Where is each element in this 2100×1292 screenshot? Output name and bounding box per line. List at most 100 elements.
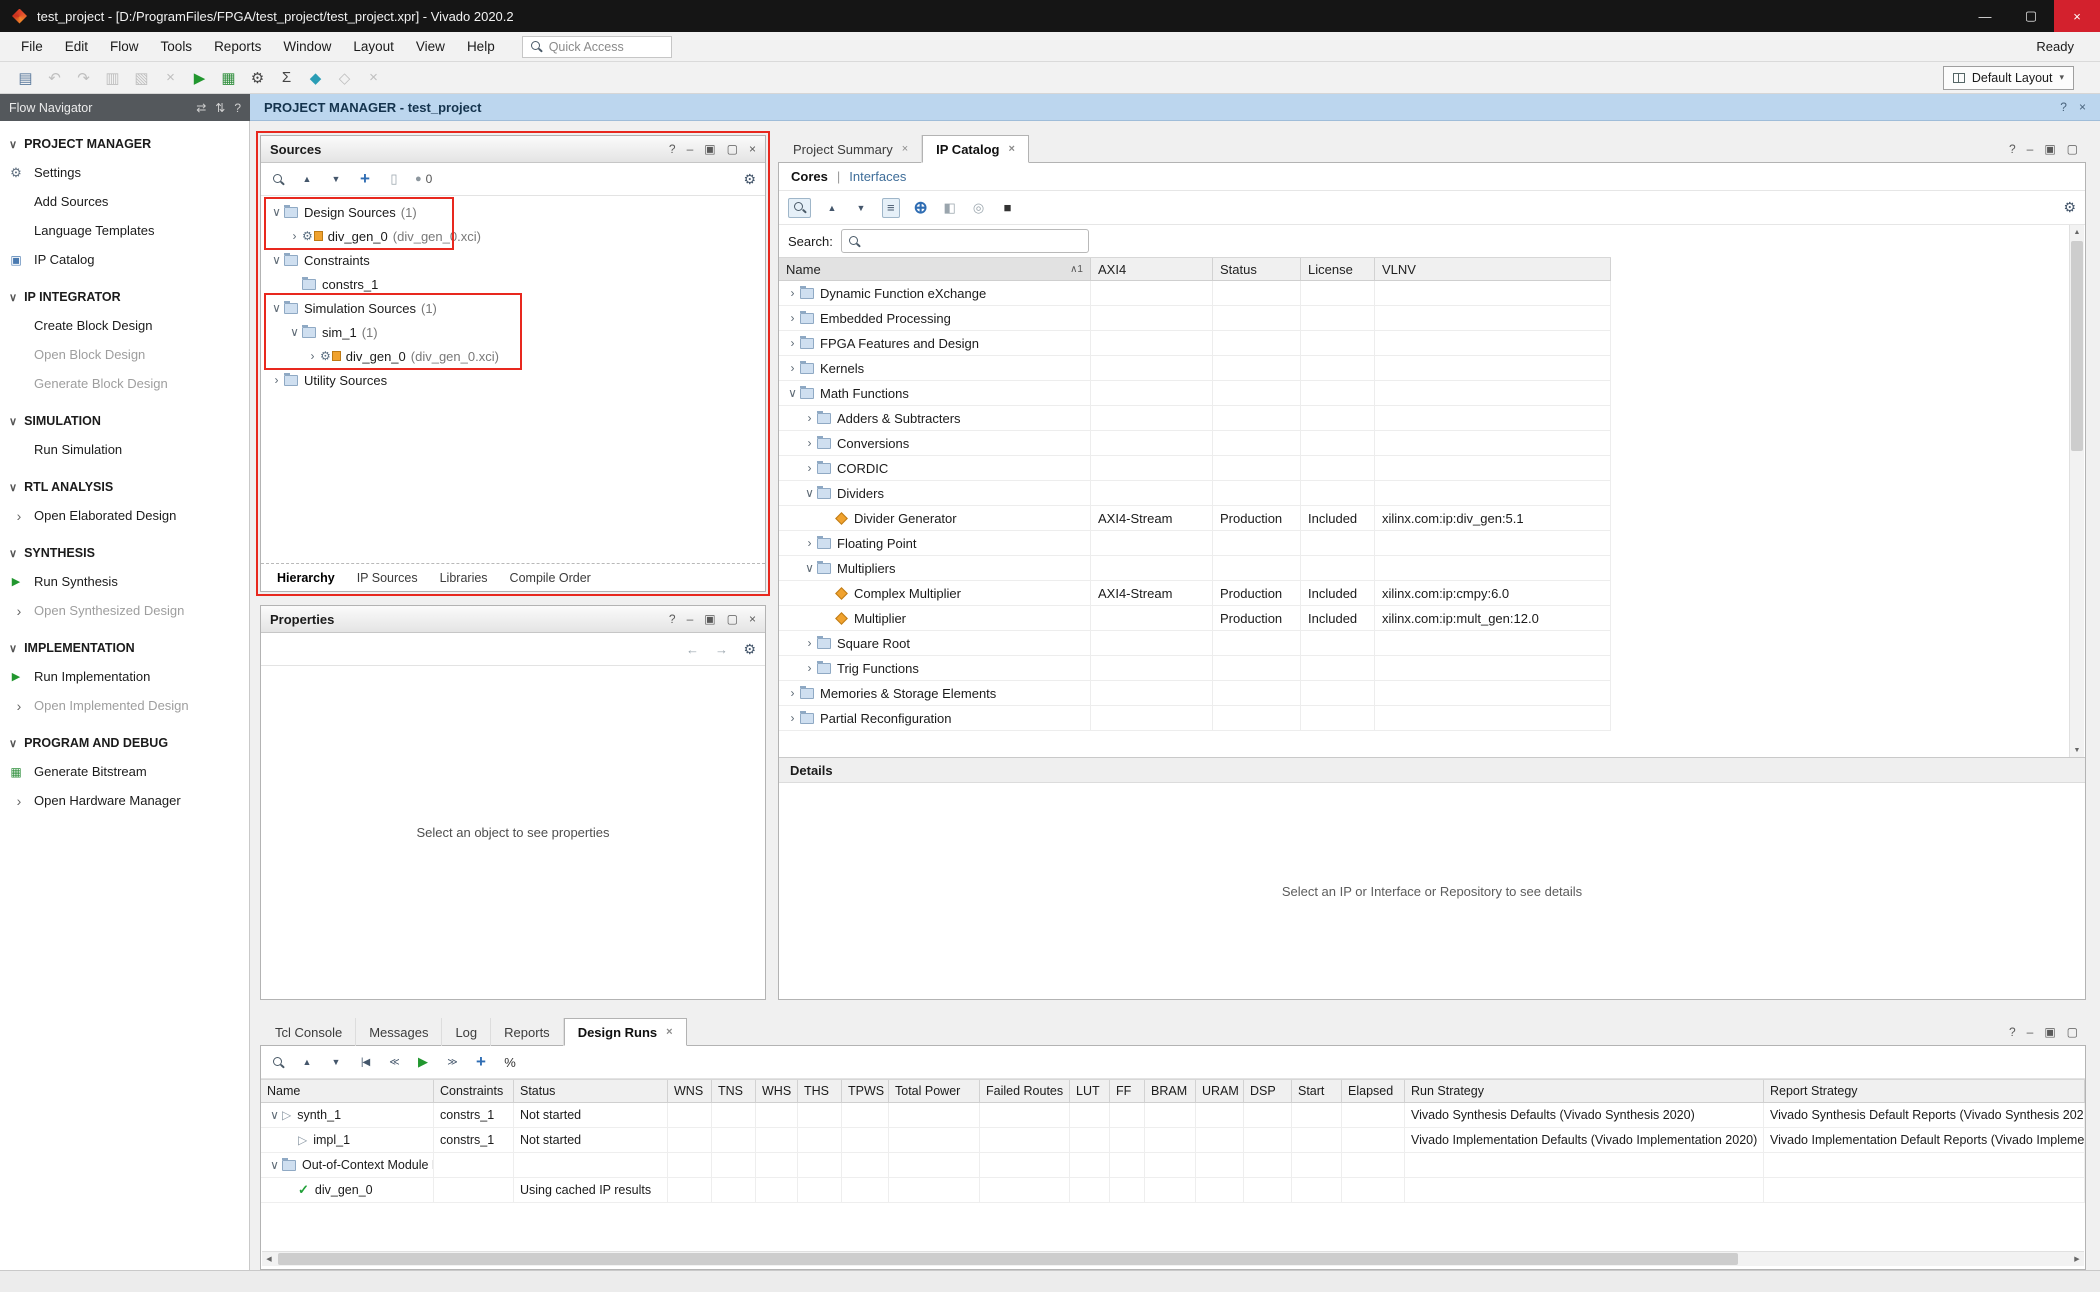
flow-section-header-simulation[interactable]: ∨SIMULATION: [0, 407, 249, 435]
sources-tab-ip-sources[interactable]: IP Sources: [347, 567, 428, 589]
close-tab-icon[interactable]: ×: [1008, 143, 1014, 155]
sources-tab-compile-order[interactable]: Compile Order: [500, 567, 601, 589]
add-run-icon[interactable]: +: [473, 1052, 489, 1072]
column-header-dsp[interactable]: DSP: [1244, 1080, 1292, 1102]
column-header-whs[interactable]: WHS: [756, 1080, 798, 1102]
minimize-button[interactable]: —: [1962, 0, 2008, 32]
flow-item-open-synthesized-design[interactable]: ›Open Synthesized Design: [0, 596, 249, 625]
design-run-row-synth-1[interactable]: ∨▷synth_1constrs_1Not startedVivado Synt…: [261, 1103, 2085, 1128]
close-tab-icon[interactable]: ×: [902, 143, 908, 155]
ip-row-multipliers[interactable]: ∨Multipliers: [779, 556, 1611, 581]
column-header-license[interactable]: License: [1301, 258, 1375, 280]
float-icon[interactable]: ▣: [704, 612, 715, 626]
ip-row-math-functions[interactable]: ∨Math Functions: [779, 381, 1611, 406]
column-header-report-strategy[interactable]: Report Strategy: [1764, 1080, 2085, 1102]
ip-row-conversions[interactable]: ›Conversions: [779, 431, 1611, 456]
close-icon[interactable]: ×: [2079, 100, 2086, 114]
flow-section-header-program-and-debug[interactable]: ∨PROGRAM AND DEBUG: [0, 729, 249, 757]
maximize-button[interactable]: ▢: [2008, 0, 2054, 32]
float-icon[interactable]: ▣: [2044, 142, 2055, 156]
vertical-scrollbar[interactable]: ▲ ▼: [2069, 225, 2084, 757]
column-header-elapsed[interactable]: Elapsed: [1342, 1080, 1405, 1102]
maximize-icon[interactable]: ▢: [2067, 1025, 2078, 1039]
menu-help[interactable]: Help: [456, 34, 506, 59]
column-header-run-strategy[interactable]: Run Strategy: [1405, 1080, 1764, 1102]
column-header-ths[interactable]: THS: [798, 1080, 842, 1102]
subtab-cores[interactable]: Cores: [791, 169, 828, 184]
collapse-all-icon[interactable]: ▲: [299, 169, 315, 189]
search-icon[interactable]: [270, 169, 286, 189]
flow-item-open-hardware-manager[interactable]: ›Open Hardware Manager: [0, 786, 249, 815]
ip-row-dynamic-function-exchange[interactable]: ›Dynamic Function eXchange: [779, 281, 1611, 306]
sources-tab-hierarchy[interactable]: Hierarchy: [267, 567, 345, 589]
column-header-name[interactable]: Name∧1: [779, 258, 1091, 280]
flow-item-open-block-design[interactable]: Open Block Design: [0, 340, 249, 369]
refresh-icon[interactable]: ◎: [971, 198, 987, 218]
tree-row-constrs-1[interactable]: constrs_1: [261, 272, 765, 296]
tab-ip-catalog[interactable]: IP Catalog×: [922, 135, 1029, 163]
tab-project-summary[interactable]: Project Summary×: [780, 135, 922, 163]
flow-item-open-implemented-design[interactable]: ›Open Implemented Design: [0, 691, 249, 720]
menu-view[interactable]: View: [405, 34, 456, 59]
flow-item-run-synthesis[interactable]: ▶Run Synthesis: [0, 567, 249, 596]
ip-row-partial-reconfiguration[interactable]: ›Partial Reconfiguration: [779, 706, 1611, 731]
tab-log[interactable]: Log: [442, 1018, 491, 1046]
back-icon[interactable]: ←: [684, 639, 700, 659]
tab-messages[interactable]: Messages: [356, 1018, 442, 1046]
flow-section-header-ip-integrator[interactable]: ∨IP INTEGRATOR: [0, 283, 249, 311]
minimize-icon[interactable]: –: [687, 612, 694, 626]
tree-row-div-gen-0[interactable]: ›⚙div_gen_0(div_gen_0.xci): [261, 344, 765, 368]
tree-row-constraints[interactable]: ∨Constraints: [261, 248, 765, 272]
board-icon[interactable]: ▦: [215, 65, 242, 91]
column-header-failed-routes[interactable]: Failed Routes: [980, 1080, 1070, 1102]
help-icon[interactable]: ?: [2009, 1025, 2016, 1039]
ip-row-adders-subtracters[interactable]: ›Adders & Subtracters: [779, 406, 1611, 431]
collapse-all-icon[interactable]: ▲: [824, 198, 840, 218]
expand-all-icon[interactable]: ▼: [328, 169, 344, 189]
expander-closed-icon[interactable]: ›: [802, 636, 817, 650]
column-header-bram[interactable]: BRAM: [1145, 1080, 1196, 1102]
ip-row-cordic[interactable]: ›CORDIC: [779, 456, 1611, 481]
maximize-icon[interactable]: ▢: [2067, 142, 2078, 156]
gear-icon[interactable]: ⚙: [2063, 199, 2076, 216]
flow-section-header-synthesis[interactable]: ∨SYNTHESIS: [0, 539, 249, 567]
expander-closed-icon[interactable]: ›: [802, 461, 817, 475]
flow-item-open-elaborated-design[interactable]: ›Open Elaborated Design: [0, 501, 249, 530]
column-header-status[interactable]: Status: [1213, 258, 1301, 280]
menu-tools[interactable]: Tools: [150, 34, 204, 59]
column-header-constraints[interactable]: Constraints: [434, 1080, 514, 1102]
expander-closed-icon[interactable]: ›: [785, 336, 800, 350]
expander-open-icon[interactable]: ∨: [785, 386, 800, 400]
help-icon[interactable]: ?: [669, 612, 676, 626]
horizontal-scrollbar[interactable]: ◀ ▶: [262, 1251, 2084, 1266]
quick-access-input[interactable]: Quick Access: [522, 36, 672, 58]
expander-open-icon[interactable]: ∨: [267, 1108, 282, 1122]
expand-all-icon[interactable]: ▼: [853, 198, 869, 218]
menu-edit[interactable]: Edit: [54, 34, 99, 59]
add-sources-icon[interactable]: +: [357, 169, 373, 189]
help-icon[interactable]: ?: [2009, 142, 2016, 156]
flow-item-run-implementation[interactable]: ▶Run Implementation: [0, 662, 249, 691]
column-header-vlnv[interactable]: VLNV: [1375, 258, 1611, 280]
column-header-total-power[interactable]: Total Power: [889, 1080, 980, 1102]
minimize-icon[interactable]: –: [687, 142, 694, 156]
design-run-row-out-of-context-module-runs[interactable]: ∨Out-of-Context Module Runs: [261, 1153, 2085, 1178]
ip-row-divider-generator[interactable]: Divider GeneratorAXI4-StreamProductionIn…: [779, 506, 1611, 531]
percent-icon[interactable]: %: [502, 1052, 518, 1072]
expand-icon[interactable]: ⇅: [215, 101, 225, 115]
marker-icon[interactable]: ◆: [302, 65, 329, 91]
column-header-wns[interactable]: WNS: [668, 1080, 712, 1102]
ip-row-fpga-features-and-design[interactable]: ›FPGA Features and Design: [779, 331, 1611, 356]
run-icon[interactable]: ▶: [186, 65, 213, 91]
search-icon[interactable]: [270, 1052, 286, 1072]
expander-open-icon[interactable]: ∨: [267, 1158, 282, 1172]
report-icon[interactable]: Σ: [273, 65, 300, 91]
tree-row-sim-1[interactable]: ∨sim_1(1): [261, 320, 765, 344]
close-icon[interactable]: ×: [749, 142, 756, 156]
column-header-status[interactable]: Status: [514, 1080, 668, 1102]
minimize-icon[interactable]: –: [2027, 1025, 2034, 1039]
tree-row-utility-sources[interactable]: ›Utility Sources: [261, 368, 765, 392]
column-header-uram[interactable]: URAM: [1196, 1080, 1244, 1102]
close-icon[interactable]: ×: [749, 612, 756, 626]
tab-design-runs[interactable]: Design Runs×: [564, 1018, 687, 1046]
